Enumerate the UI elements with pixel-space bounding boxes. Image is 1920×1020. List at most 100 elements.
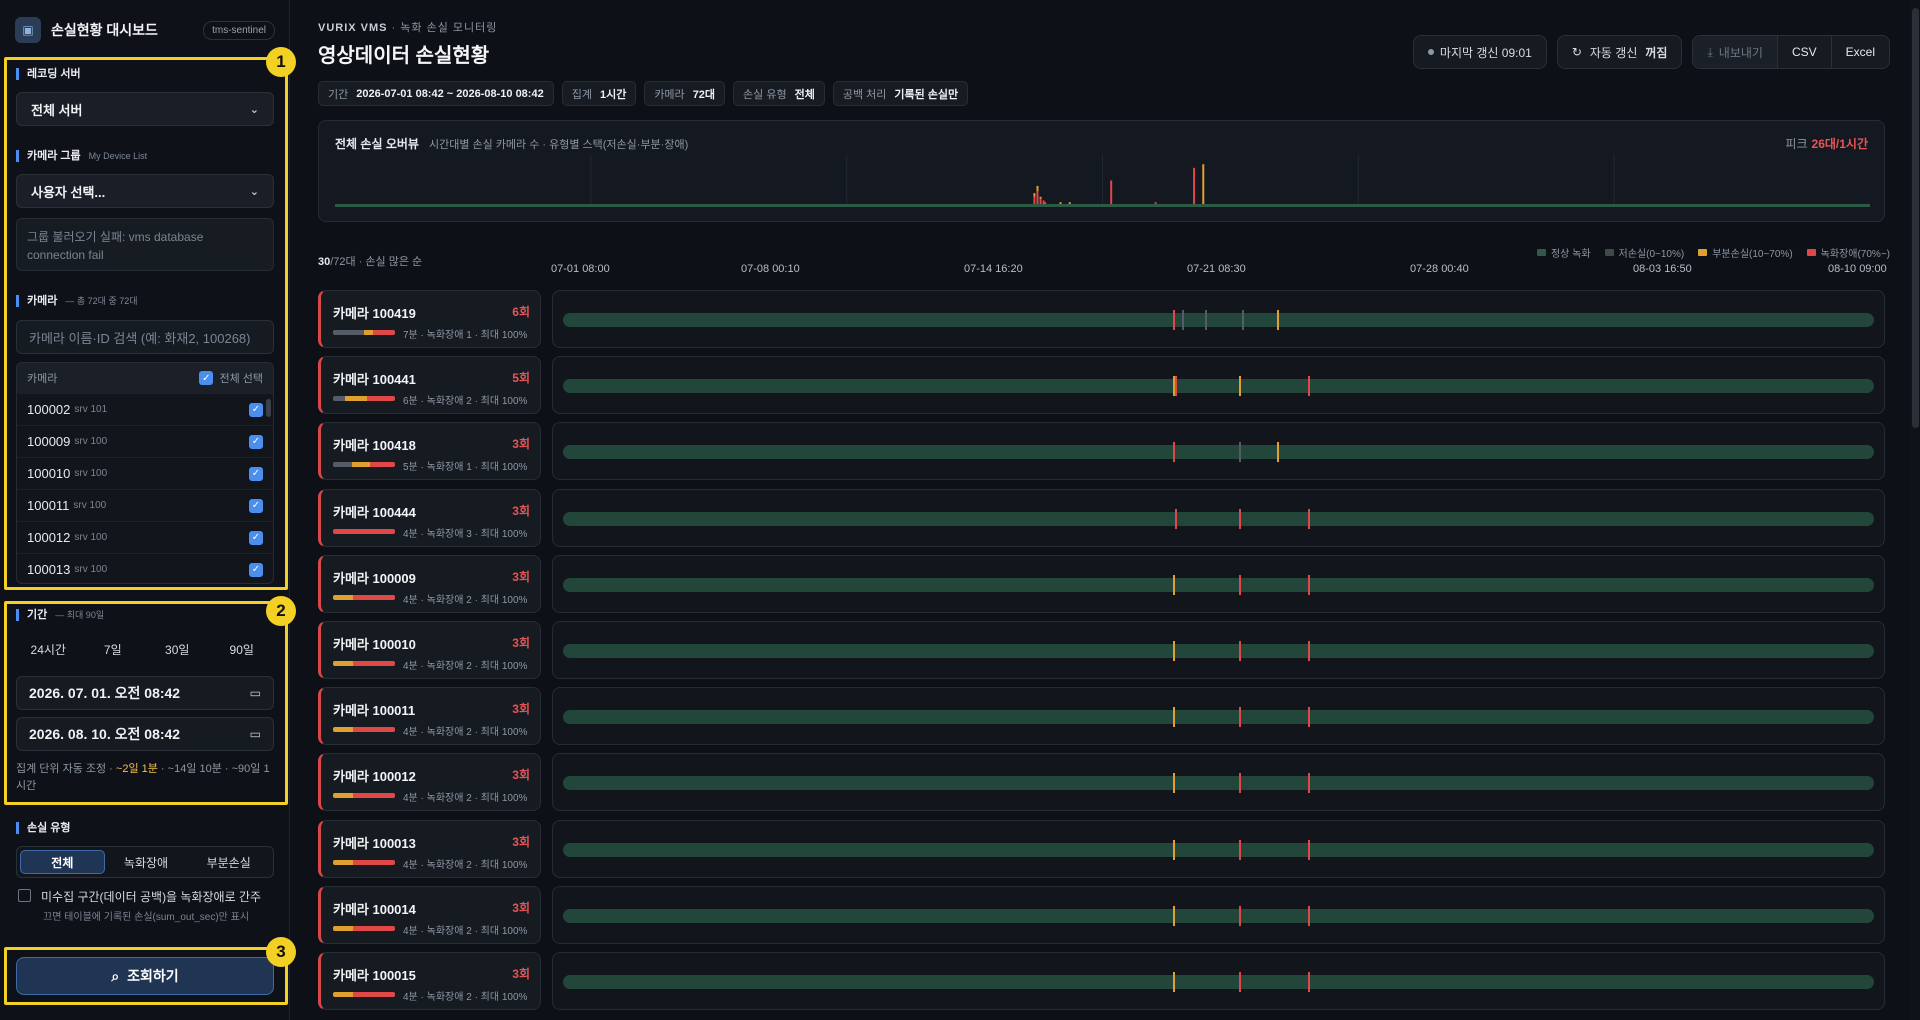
loss-marker[interactable] <box>1172 707 1175 728</box>
page-scrollbar-thumb[interactable] <box>1912 8 1919 428</box>
download-icon: ⤓ <box>1707 44 1713 59</box>
chart-bar <box>1036 191 1039 204</box>
chart-bar <box>1202 164 1205 204</box>
camera-card[interactable]: 카메라 100418 3회 5분 · 녹화장애 1 · 최대 100% <box>318 422 541 481</box>
loss-marker[interactable] <box>1172 971 1175 992</box>
loss-marker[interactable] <box>1307 376 1310 397</box>
loss-marker[interactable] <box>1239 905 1242 926</box>
loss-marker[interactable] <box>1242 310 1245 330</box>
loss-mix-segment <box>353 859 395 865</box>
camera-timeline[interactable] <box>552 290 1885 348</box>
loss-marker[interactable] <box>1307 707 1310 728</box>
camera-timeline[interactable] <box>552 885 1885 944</box>
loss-marker[interactable] <box>1307 971 1310 992</box>
camera-timeline[interactable] <box>552 356 1885 415</box>
camera-name: 카메라 100010 <box>333 636 416 652</box>
camera-card[interactable]: 카메라 100012 3회 4분 · 녹화장애 2 · 최대 100% <box>318 753 541 812</box>
page-scrollbar[interactable] <box>1910 0 1920 1020</box>
chip-value: 1시간 <box>599 88 627 101</box>
chip-value: 기록된 손실만 <box>894 88 959 101</box>
loss-mix-segment <box>333 859 354 865</box>
loss-mix-bar <box>333 528 395 534</box>
camera-row: 카메라 100014 3회 4분 · 녹화장애 2 · 최대 100% <box>318 885 1885 944</box>
loss-mix-segment <box>333 793 354 799</box>
loss-mix-bar <box>333 660 395 666</box>
camera-row: 카메라 100009 3회 4분 · 녹화장애 2 · 최대 100% <box>318 554 1885 613</box>
camera-name: 카메라 100418 <box>333 438 416 454</box>
timeline-track <box>563 773 1874 794</box>
camera-card[interactable]: 카메라 100009 3회 4분 · 녹화장애 2 · 최대 100% <box>318 554 541 613</box>
camera-card[interactable]: 카메라 100419 6회 7분 · 녹화장애 1 · 최대 100% <box>318 290 541 348</box>
loss-marker[interactable] <box>1307 508 1310 529</box>
loss-marker[interactable] <box>1277 310 1280 330</box>
checkbox-icon[interactable] <box>18 889 31 902</box>
camera-card[interactable]: 카메라 100014 3회 4분 · 녹화장애 2 · 최대 100% <box>318 885 541 944</box>
camera-timeline[interactable] <box>552 951 1885 1010</box>
loss-mix-segment <box>367 396 395 402</box>
chart-bar <box>1193 167 1196 204</box>
loss-marker[interactable] <box>1172 310 1175 330</box>
loss-marker[interactable] <box>1172 839 1175 860</box>
loss-marker[interactable] <box>1172 442 1175 463</box>
export-button[interactable]: ⤓ 내보내기 <box>1693 36 1777 68</box>
camera-timeline[interactable] <box>552 422 1885 481</box>
loss-marker[interactable] <box>1175 376 1178 397</box>
legend-swatch <box>1536 249 1546 256</box>
loss-type-option[interactable]: 부분손실 <box>187 850 270 874</box>
loss-marker[interactable] <box>1172 640 1175 661</box>
loss-marker[interactable] <box>1307 574 1310 595</box>
auto-refresh-toggle[interactable]: ↻ 자동 갱신 꺼짐 <box>1556 35 1683 69</box>
loss-marker[interactable] <box>1239 508 1242 529</box>
loss-mix-bar <box>333 330 395 335</box>
camera-card[interactable]: 카메라 100015 3회 4분 · 녹화장애 2 · 최대 100% <box>318 951 541 1010</box>
loss-type-option[interactable]: 녹화장애 <box>105 850 188 874</box>
timeline-track <box>563 442 1874 463</box>
camera-timeline[interactable] <box>552 753 1885 812</box>
loss-marker[interactable] <box>1175 508 1178 529</box>
camera-timeline[interactable] <box>552 488 1885 547</box>
loss-marker[interactable] <box>1239 839 1242 860</box>
camera-card[interactable]: 카메라 100010 3회 4분 · 녹화장애 2 · 최대 100% <box>318 620 541 679</box>
loss-marker[interactable] <box>1307 773 1310 794</box>
camera-card[interactable]: 카메라 100011 3회 4분 · 녹화장애 2 · 최대 100% <box>318 687 541 746</box>
camera-card[interactable]: 카메라 100013 3회 4분 · 녹화장애 2 · 최대 100% <box>318 819 541 878</box>
camera-name: 카메라 100009 <box>333 570 416 586</box>
camera-timeline[interactable] <box>552 687 1885 746</box>
loss-marker[interactable] <box>1277 442 1280 463</box>
camera-row: 카메라 100419 6회 7분 · 녹화장애 1 · 최대 100% <box>318 290 1885 348</box>
legend-item: 녹화장애(70%~) <box>1806 245 1890 260</box>
loss-marker[interactable] <box>1239 971 1242 992</box>
loss-marker[interactable] <box>1239 442 1242 463</box>
loss-marker[interactable] <box>1307 905 1310 926</box>
loss-marker[interactable] <box>1239 707 1242 728</box>
loss-marker[interactable] <box>1239 574 1242 595</box>
loss-marker[interactable] <box>1307 839 1310 860</box>
loss-mix-segment <box>353 925 395 931</box>
loss-type-option[interactable]: 전체 <box>20 850 105 874</box>
loss-marker[interactable] <box>1239 640 1242 661</box>
loss-mix-segment <box>345 396 368 402</box>
loss-marker[interactable] <box>1307 640 1310 661</box>
camera-timeline[interactable] <box>552 620 1885 679</box>
loss-marker[interactable] <box>1172 905 1175 926</box>
loss-marker[interactable] <box>1181 310 1184 330</box>
loss-count: 3회 <box>512 966 530 981</box>
loss-mix-bar <box>333 793 395 799</box>
loss-marker[interactable] <box>1172 574 1175 595</box>
camera-card[interactable]: 카메라 100441 5회 6분 · 녹화장애 2 · 최대 100% <box>318 356 541 415</box>
loss-marker[interactable] <box>1172 773 1175 794</box>
filter-chip: 기간 2026-07-01 08:42 ~ 2026-08-10 08:42 <box>318 81 554 106</box>
result-count: 30/72대 · 손실 많은 순 <box>318 256 423 268</box>
excel-button[interactable]: Excel <box>1830 36 1889 68</box>
loss-marker[interactable] <box>1239 773 1242 794</box>
loss-marker[interactable] <box>1205 310 1208 330</box>
loss-mix-segment <box>333 660 354 666</box>
csv-button[interactable]: CSV <box>1776 36 1831 68</box>
camera-timeline[interactable] <box>552 819 1885 878</box>
loss-marker[interactable] <box>1239 376 1242 397</box>
camera-card[interactable]: 카메라 100444 3회 4분 · 녹화장애 3 · 최대 100% <box>318 488 541 547</box>
loss-mix-bar <box>333 859 395 865</box>
gap-as-failure-checkbox[interactable]: 미수집 구간(데이터 공백)을 녹화장애로 간주 <box>18 888 261 905</box>
time-axis: 07-01 08:00 07-08 00:10 07-14 16:20 07-21 0… <box>551 263 1890 277</box>
camera-timeline[interactable] <box>552 554 1885 613</box>
